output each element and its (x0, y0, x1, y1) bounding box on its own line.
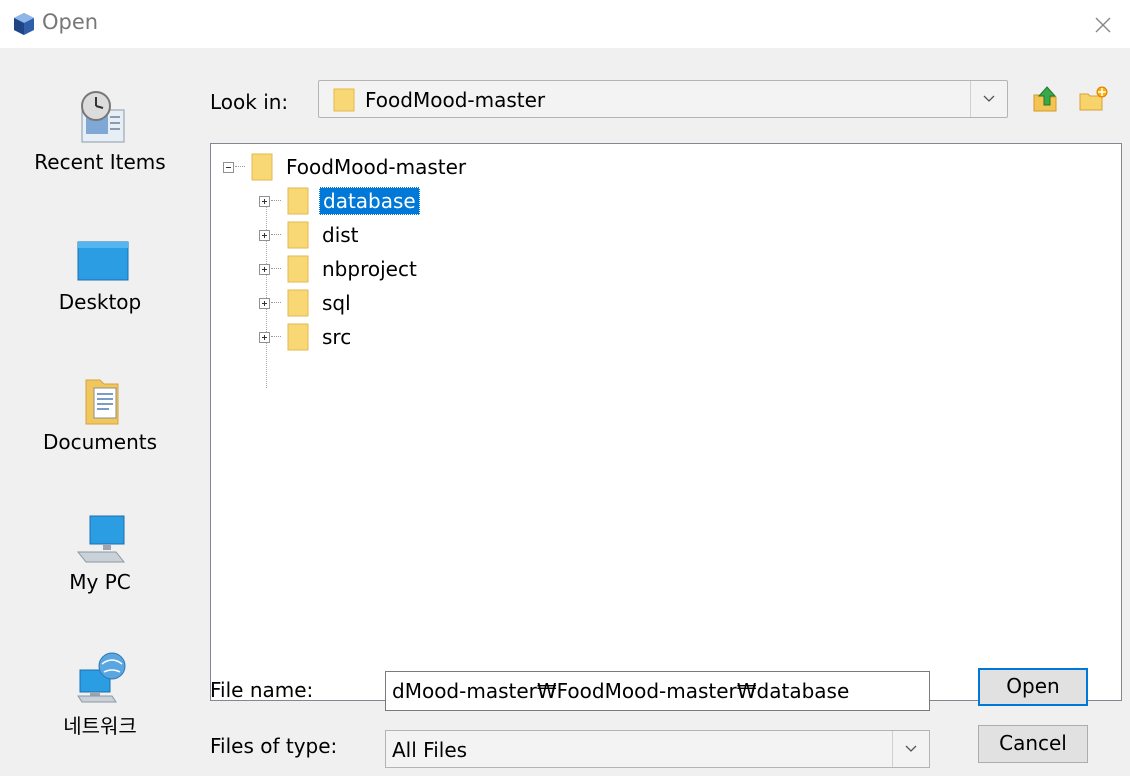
recent-items-icon (72, 88, 132, 148)
tree-connector (271, 268, 281, 270)
new-folder-icon (1079, 86, 1108, 111)
look-in-label: Look in: (210, 90, 289, 114)
new-folder-button[interactable] (1076, 82, 1110, 116)
file-name-field[interactable] (385, 671, 930, 711)
folder-icon (287, 289, 309, 317)
files-of-type-dropdown-arrow[interactable] (892, 731, 929, 767)
place-label: Documents (42, 430, 158, 454)
place-desktop[interactable]: Desktop (0, 228, 200, 348)
tree-connector (271, 200, 281, 202)
chevron-down-icon (983, 95, 995, 102)
up-folder-icon (1033, 86, 1057, 112)
folder-icon (287, 187, 309, 215)
tree-node-label: database (319, 187, 420, 215)
cancel-button[interactable]: Cancel (978, 725, 1088, 763)
expand-icon[interactable] (259, 229, 270, 241)
look-in-combo[interactable]: FoodMood-master (318, 80, 1008, 118)
tree-connector (271, 234, 281, 236)
close-icon (1095, 17, 1111, 33)
network-icon (72, 648, 132, 708)
expand-icon[interactable] (259, 195, 270, 207)
look-in-dropdown-arrow[interactable] (970, 81, 1007, 117)
title-bar: Open (0, 0, 1130, 48)
tree-node-label: src (322, 325, 352, 349)
tree-node-nbproject[interactable]: nbproject (259, 254, 420, 284)
place-label: Desktop (58, 290, 142, 314)
place-recent-items[interactable]: Recent Items (0, 88, 200, 208)
place-network[interactable]: 네트워크 (0, 648, 200, 768)
my-pc-icon (72, 508, 132, 568)
up-one-level-button[interactable] (1028, 82, 1062, 116)
tree-connector (271, 336, 281, 338)
window-title: Open (42, 10, 99, 34)
files-of-type-combo[interactable]: All Files (385, 730, 930, 768)
folder-icon (287, 221, 309, 249)
tree-node-label: FoodMood-master (286, 155, 467, 179)
tree-node-label: dist (322, 223, 359, 247)
tree-node-src[interactable]: src (259, 322, 354, 352)
open-button[interactable]: Open (978, 668, 1088, 706)
place-label: My PC (69, 570, 131, 594)
expand-icon[interactable] (259, 331, 270, 343)
place-my-pc[interactable]: My PC (0, 508, 200, 628)
places-bar: Recent Items Desktop Documents My PC 네트워… (0, 48, 200, 776)
dialog-body: Recent Items Desktop Documents My PC 네트워… (0, 48, 1130, 776)
folder-tree[interactable]: FoodMood-master database dist nbproject … (210, 143, 1122, 701)
place-documents[interactable]: Documents (0, 368, 200, 488)
chevron-down-icon (905, 745, 917, 752)
tree-node-label: nbproject (322, 257, 417, 281)
files-of-type-value: All Files (392, 738, 468, 762)
tree-node-root[interactable]: FoodMood-master (223, 152, 469, 182)
tree-node-dist[interactable]: dist (259, 220, 362, 250)
expand-icon[interactable] (259, 297, 270, 309)
tree-node-label: sql (322, 291, 351, 315)
folder-icon (333, 88, 355, 112)
documents-icon (72, 368, 132, 428)
tree-node-sql[interactable]: sql (259, 288, 354, 318)
file-name-label: File name: (210, 678, 314, 702)
expand-icon[interactable] (259, 263, 270, 275)
folder-icon (287, 255, 309, 283)
look-in-value: FoodMood-master (365, 88, 546, 112)
tree-connector (271, 302, 281, 304)
open-dialog: Open Recent Items Desktop Documents My P… (0, 0, 1130, 776)
collapse-icon[interactable] (223, 161, 234, 173)
tree-connector (235, 166, 245, 168)
place-label: Recent Items (34, 150, 166, 174)
folder-icon (251, 153, 273, 181)
tree-node-database[interactable]: database (259, 186, 420, 216)
desktop-icon (72, 228, 132, 288)
place-label: 네트워크 (63, 714, 137, 738)
folder-icon (287, 323, 309, 351)
close-button[interactable] (1086, 8, 1120, 42)
java-cup-icon (12, 12, 36, 36)
files-of-type-label: Files of type: (210, 734, 338, 758)
